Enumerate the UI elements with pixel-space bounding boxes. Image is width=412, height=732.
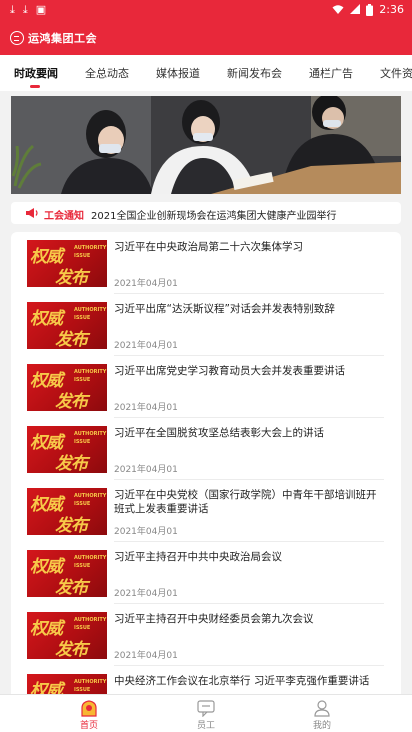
download-icon: ⤓ <box>10 3 15 16</box>
news-title: 习近平出席党史学习教育动员大会并发表重要讲话 <box>114 365 345 377</box>
news-item[interactable]: 权威 发布 AUTHORITY ISSUE 习近平在中央政治局第二十六次集体学习 2… <box>11 232 401 294</box>
news-title: 习近平在全国脱贫攻坚总结表彰大会上的讲话 <box>114 427 324 439</box>
union-logo-icon <box>10 31 24 45</box>
home-icon <box>81 700 97 717</box>
nav-profile-label: 我的 <box>312 721 331 731</box>
news-date: 2021年04月01 <box>114 341 178 351</box>
app-title: 运鸿集团工会 <box>28 32 97 45</box>
news-date: 2021年04月01 <box>114 403 178 413</box>
category-tabs: 时政要闻 全总动态 媒体报道 新闻发布会 通栏广告 文件资 <box>0 55 412 91</box>
nav-home[interactable]: 首页 <box>59 699 119 731</box>
tab-media-reports[interactable]: 媒体报道 <box>156 65 200 81</box>
news-date: 2021年04月01 <box>114 279 178 289</box>
banner-photo <box>11 96 401 194</box>
news-item[interactable]: 权威 发布 AUTHORITY ISSUE 习近平主持召开中共中央政治局会议 202… <box>11 542 401 604</box>
news-list: 权威 发布 AUTHORITY ISSUE 习近平在中央政治局第二十六次集体学习 2… <box>11 232 401 702</box>
news-item[interactable]: 权威 发布 AUTHORITY ISSUE 习近平在中央党校（国家行政学院）中青年干… <box>11 480 401 542</box>
news-thumbnail: 权威发布 AUTHORITYISSUE <box>27 612 107 659</box>
active-tab-indicator <box>30 85 40 88</box>
status-bar: ⤓ ⤓ ▣ 2:36 <box>0 0 412 20</box>
signal-icon <box>350 4 361 14</box>
nav-profile[interactable]: 我的 <box>292 699 352 731</box>
download-icon: ⤓ <box>22 3 28 16</box>
bottom-navigation: 首页 员工 我的 <box>0 694 412 732</box>
news-date: 2021年04月01 <box>114 465 178 475</box>
news-item[interactable]: 权威 发布 AUTHORITY ISSUE 习近平出席“达沃斯议程”对话会并发表特别… <box>11 294 401 356</box>
news-date: 2021年04月01 <box>114 589 178 599</box>
tab-current-affairs[interactable]: 时政要闻 <box>14 65 58 81</box>
news-thumbnail: 权威发布 AUTHORITYISSUE <box>27 550 107 597</box>
news-title: 习近平在中央党校（国家行政学院）中青年干部培训班开班式上发表重要讲话 <box>114 489 377 515</box>
tab-documents[interactable]: 文件资 <box>380 65 412 81</box>
status-time: 2:36 <box>379 3 404 16</box>
news-thumbnail: 权威发布 AUTHORITYISSUE <box>27 426 107 473</box>
tab-press-conference[interactable]: 新闻发布会 <box>227 65 282 81</box>
megaphone-icon <box>26 208 38 218</box>
union-notice-bar[interactable]: 工会通知 2021全国企业创新现场会在运鸿集团大健康产业园举行 <box>11 202 401 224</box>
news-thumbnail: 权威发布 AUTHORITYISSUE <box>27 364 107 411</box>
banner-image[interactable] <box>11 96 401 194</box>
news-title: 习近平主持召开中央财经委员会第九次会议 <box>114 613 314 625</box>
news-date: 2021年04月01 <box>114 527 178 537</box>
news-title: 中央经济工作会议在北京举行 习近平李克强作重要讲话 <box>114 675 370 687</box>
news-thumbnail: 权威发布 AUTHORITYISSUE <box>27 488 107 535</box>
user-icon <box>314 700 330 717</box>
app-badge-icon: ▣ <box>35 3 47 16</box>
news-thumbnail: 权威发布 AUTHORITYISSUE <box>27 302 107 349</box>
wifi-icon <box>332 5 344 14</box>
notice-tag: 工会通知 <box>44 211 84 222</box>
nav-staff[interactable]: 员工 <box>176 699 236 731</box>
app-header: 运鸿集团工会 <box>0 20 412 55</box>
news-item[interactable]: 权威 发布 AUTHORITY ISSUE 习近平在全国脱贫攻坚总结表彰大会上的讲话… <box>11 418 401 480</box>
news-thumbnail: 权威发布 AUTHORITYISSUE <box>27 240 107 287</box>
news-title: 习近平主持召开中共中央政治局会议 <box>114 551 282 563</box>
tab-federation-news[interactable]: 全总动态 <box>85 65 129 81</box>
nav-home-label: 首页 <box>79 721 98 731</box>
news-item[interactable]: 权威 发布 AUTHORITY ISSUE 习近平出席党史学习教育动员大会并发表重要… <box>11 356 401 418</box>
chat-icon <box>197 700 215 717</box>
battery-icon <box>366 3 374 16</box>
tab-banner-ads[interactable]: 通栏广告 <box>309 65 353 81</box>
news-title: 习近平出席“达沃斯议程”对话会并发表特别致辞 <box>114 303 335 315</box>
news-date: 2021年04月01 <box>114 651 178 661</box>
nav-staff-label: 员工 <box>196 721 215 731</box>
news-item[interactable]: 权威 发布 AUTHORITY ISSUE 习近平主持召开中央财经委员会第九次会议 … <box>11 604 401 666</box>
news-title: 习近平在中央政治局第二十六次集体学习 <box>114 241 303 253</box>
notice-text: 2021全国企业创新现场会在运鸿集团大健康产业园举行 <box>91 211 337 222</box>
